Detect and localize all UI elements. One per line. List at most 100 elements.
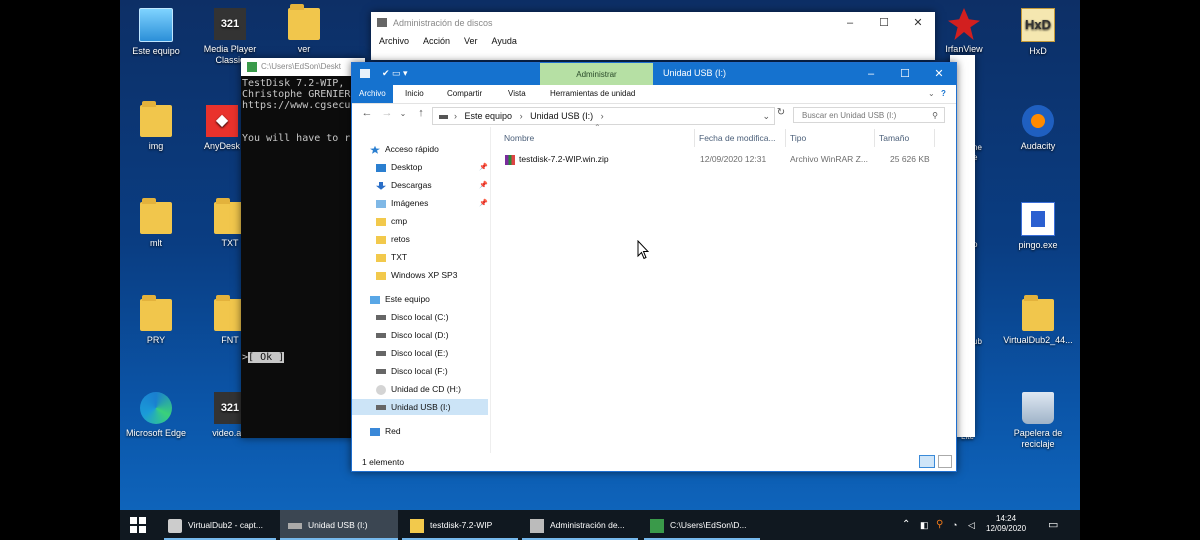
console-window[interactable]: C:\Users\EdSon\Deskt TestDisk 7.2-WIP, C… [241,58,365,438]
minimize-button[interactable]: – [854,63,888,85]
desktop-icon-hxd[interactable]: HxD HxD [1000,8,1076,57]
minimize-button[interactable]: – [833,12,867,34]
breadcrumb-usb[interactable]: Unidad USB (I:) [530,111,593,121]
desktop-icon-irfanview[interactable]: IrfanView [926,8,1002,55]
maximize-button[interactable]: ☐ [867,12,901,34]
taskbar-item-disk-management[interactable]: Administración de... [522,510,638,540]
nav-drive-e[interactable]: Disco local (E:) [376,345,448,361]
nav-folder-winxp[interactable]: Windows XP SP3 [376,267,457,283]
desktop-icon-virtualdub[interactable]: VirtualDub2_44... [1000,295,1076,346]
notifications-icon[interactable]: ▭ [1048,510,1058,540]
console-output: TestDisk 7.2-WIP, Christophe GRENIER htt… [242,78,351,144]
network-icon [370,427,380,436]
nav-this-pc[interactable]: Este equipo [370,291,430,307]
windows-start-icon[interactable] [130,517,146,533]
recent-dropdown-icon[interactable]: ⌄ [396,109,410,118]
nav-quick-access[interactable]: Acceso rápido [370,141,439,157]
menu-ver[interactable]: Ver [464,36,478,46]
folder-icon [376,217,386,226]
nav-folder-cmp[interactable]: cmp [376,213,407,229]
folder-icon [140,198,172,234]
column-name[interactable]: Nombre [504,133,534,143]
help-icon[interactable]: ? [941,85,946,103]
large-icons-view-button[interactable] [938,455,952,468]
menu-ayuda[interactable]: Ayuda [492,36,517,46]
nav-network[interactable]: Red [370,423,401,439]
menu-accion[interactable]: Acción [423,36,450,46]
folder-icon [376,235,386,244]
usb-drive-icon [376,405,386,411]
close-button[interactable]: ✕ [922,63,956,85]
mouse-cursor-icon [637,240,649,260]
console-title-bar[interactable]: C:\Users\EdSon\Deskt [241,58,365,76]
computer-icon [370,295,380,304]
ribbon-expand-icon[interactable]: ⌄ [928,85,935,103]
console-ok[interactable]: >[ Ok ] [242,352,285,363]
network-tray-icon[interactable]: ◔ [952,510,957,540]
desktop-icon-pry[interactable]: PRY [120,295,194,346]
folder-icon [376,253,386,262]
desktop-icon-ver[interactable]: ver [266,4,342,55]
close-button[interactable]: ✕ [901,12,935,34]
star-icon [370,145,380,154]
details-view-button[interactable] [919,455,935,468]
nav-folder-retos[interactable]: retos [376,231,410,247]
nav-desktop[interactable]: Desktop [376,159,422,175]
tab-archivo[interactable]: Archivo [352,85,393,103]
nav-downloads[interactable]: Descargas [376,177,432,193]
ok-button[interactable]: [ Ok ] [248,352,285,363]
desktop-icon-this-pc[interactable]: Este equipo [120,8,194,57]
nav-folder-txt[interactable]: TXT [376,249,407,265]
desktop-icon-edge[interactable]: Microsoft Edge [120,392,194,439]
nav-images[interactable]: Imágenes [376,195,428,211]
title-bar[interactable]: Administración de discos – ☐ ✕ [371,12,935,34]
tab-compartir[interactable]: Compartir [447,85,482,103]
forward-button[interactable]: → [380,107,394,119]
taskbar-item-testdisk-folder[interactable]: testdisk-7.2-WIP [402,510,518,540]
desktop-icon-recycle-bin[interactable]: Papelera de reciclaje [1000,392,1076,450]
nav-drive-d[interactable]: Disco local (D:) [376,327,449,343]
column-size[interactable]: Tamaño [879,133,909,143]
desktop-icon-img[interactable]: img [120,101,194,152]
refresh-button[interactable]: ↻ [774,107,788,118]
back-button[interactable]: ← [360,107,374,119]
column-type[interactable]: Tipo [790,133,806,143]
breadcrumb-this-pc[interactable]: Este equipo [465,111,513,121]
tab-vista[interactable]: Vista [508,85,526,103]
context-tab-manage[interactable]: Administrar [540,63,653,85]
search-box[interactable]: Buscar en Unidad USB (I:) ⚲ [793,107,945,123]
maximize-button[interactable]: ☐ [888,63,922,85]
window-title: Administración de discos [393,18,493,28]
explorer-title-bar[interactable]: ✔ ▭ ▾ Unidad USB (I:) – ☐ ✕ [352,63,956,85]
tab-herramientas[interactable]: Herramientas de unidad [550,85,635,103]
desktop-icon-pingo[interactable]: pingo.exe [1000,202,1076,251]
navigation-pane: Acceso rápido Desktop 📌 Descargas 📌 Imág… [352,127,491,453]
taskbar-clock[interactable]: 14:24 12/09/2020 [986,514,1026,534]
pictures-icon [376,199,386,208]
recycle-bin-icon [1022,392,1054,424]
menu-archivo[interactable]: Archivo [379,36,409,46]
show-hidden-icons-icon[interactable]: ⌃ [902,510,910,540]
disk-management-window[interactable]: Administración de discos – ☐ ✕ Archivo Ac… [371,12,935,60]
nav-drive-h[interactable]: Unidad de CD (H:) [376,381,461,397]
column-date[interactable]: Fecha de modifica... [699,133,776,143]
search-tray-icon[interactable]: ⚲ [936,510,943,540]
taskbar-item-virtualdub[interactable]: VirtualDub2 - capt... [164,510,276,540]
up-button[interactable]: ↑ [414,107,428,119]
nav-drive-i[interactable]: Unidad USB (I:) [352,399,488,415]
drive-icon [360,69,370,78]
nav-drive-c[interactable]: Disco local (C:) [376,309,449,325]
desktop-icon-mlt[interactable]: mlt [120,198,194,249]
app-tray-icon[interactable]: ◧ [920,510,929,540]
nav-drive-f[interactable]: Disco local (F:) [376,363,448,379]
address-dropdown-icon[interactable]: ⌄ [762,108,770,124]
desktop-icon-audacity[interactable]: Audacity [1000,105,1076,152]
volume-tray-icon[interactable]: ◁ [968,510,975,540]
address-bar[interactable]: › Este equipo › Unidad USB (I:) › ⌄ [432,107,775,125]
taskbar-item-console[interactable]: C:\Users\EdSon\D... [644,510,760,540]
desktop-icon [376,163,386,172]
file-explorer-window[interactable]: ✔ ▭ ▾ Unidad USB (I:) – ☐ ✕ Administrar … [351,62,957,472]
tab-inicio[interactable]: Inicio [405,85,424,103]
taskbar-item-usb[interactable]: Unidad USB (I:) [280,510,398,540]
quick-access-toolbar[interactable]: ✔ ▭ ▾ [382,68,408,79]
